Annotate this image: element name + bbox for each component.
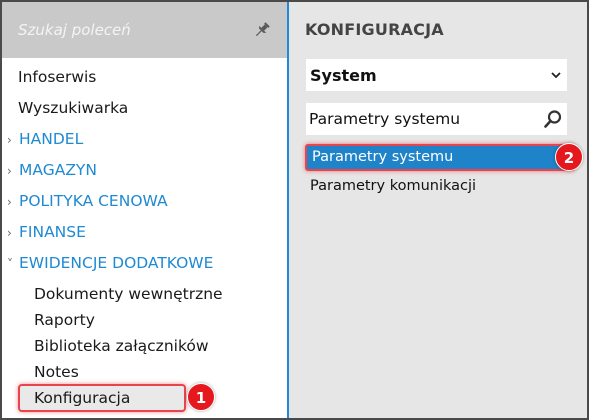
list-item-parametry-komunikacji[interactable]: Parametry komunikacji [305, 175, 575, 202]
parameter-search-input[interactable]: Parametry systemu [306, 103, 567, 135]
nav-item-wyszukiwarka[interactable]: Wyszukiwarka [18, 99, 128, 117]
command-search-placeholder[interactable]: Szukaj poleceń [18, 21, 131, 39]
step-badge-1: 1 [187, 383, 215, 411]
nav-group-magazyn[interactable]: › MAGAZYN [7, 161, 97, 179]
chevron-right-icon: › [7, 164, 12, 178]
nav-group-label: EWIDENCJE DODATKOWE [19, 254, 214, 272]
chevron-down-icon: ˅ [7, 257, 13, 271]
list-item-label: Parametry komunikacji [310, 178, 477, 194]
nav-group-label: POLITYKA CENOWA [19, 192, 168, 210]
command-search-bar[interactable]: Szukaj poleceń [2, 2, 287, 58]
navigation-panel: Szukaj poleceń Infoserwis Wyszukiwarka ›… [2, 2, 287, 418]
list-item-parametry-systemu[interactable]: Parametry systemu [305, 144, 575, 171]
nav-item-infoserwis[interactable]: Infoserwis [18, 68, 96, 86]
sub-item-biblioteka-zalacznikow[interactable]: Biblioteka załączników [34, 337, 209, 355]
search-icon[interactable] [543, 109, 563, 129]
panel-title: KONFIGURACJA [305, 20, 444, 39]
nav-group-label: MAGAZYN [19, 161, 97, 179]
pin-icon[interactable] [253, 21, 271, 39]
parameter-search-value: Parametry systemu [309, 110, 461, 128]
nav-group-label: FINANSE [19, 223, 86, 241]
window-frame: Szukaj poleceń Infoserwis Wyszukiwarka ›… [0, 0, 589, 420]
sub-item-notes[interactable]: Notes [34, 363, 79, 381]
sub-item-dokumenty-wewnetrzne[interactable]: Dokumenty wewnętrzne [34, 285, 223, 303]
configuration-panel: KONFIGURACJA System Parametry systemu Pa… [289, 2, 587, 418]
nav-group-finanse[interactable]: › FINANSE [7, 223, 86, 241]
sub-item-raporty[interactable]: Raporty [34, 311, 95, 329]
nav-group-ewidencje-dodatkowe[interactable]: ˅ EWIDENCJE DODATKOWE [7, 254, 213, 272]
chevron-right-icon: › [7, 195, 12, 209]
nav-group-handel[interactable]: › HANDEL [7, 130, 83, 148]
chevron-right-icon: › [7, 226, 12, 240]
sub-item-konfiguracja[interactable]: Konfiguracja [34, 389, 130, 407]
step-badge-2: 2 [555, 143, 583, 171]
nav-group-label: HANDEL [19, 130, 84, 148]
chevron-right-icon: › [7, 133, 12, 147]
chevron-down-icon [551, 72, 561, 79]
list-item-label: Parametry systemu [312, 149, 454, 165]
module-select[interactable]: System [306, 59, 567, 91]
module-select-value: System [310, 66, 377, 85]
nav-group-polityka-cenowa[interactable]: › POLITYKA CENOWA [7, 192, 168, 210]
